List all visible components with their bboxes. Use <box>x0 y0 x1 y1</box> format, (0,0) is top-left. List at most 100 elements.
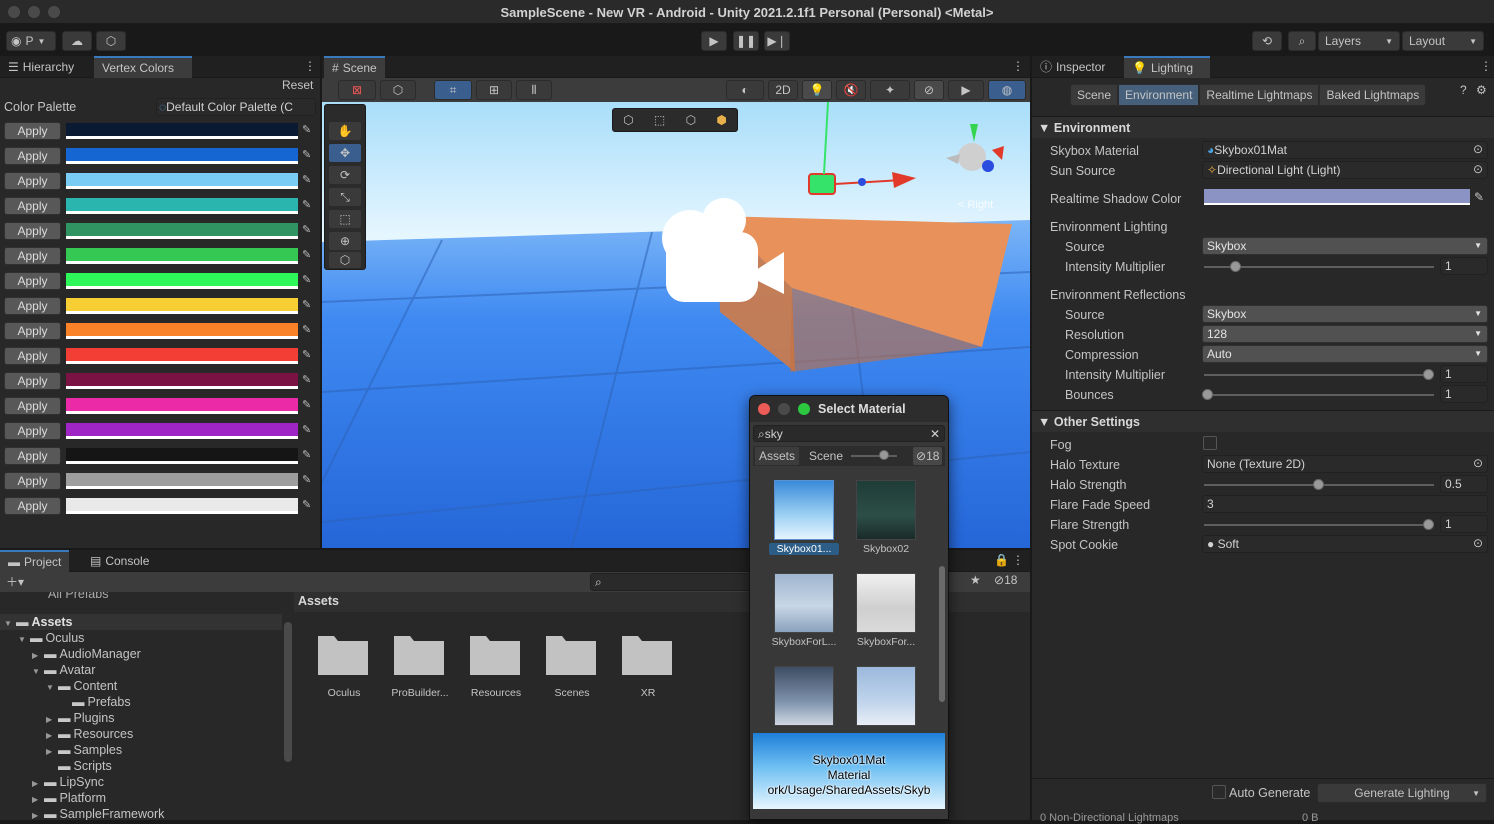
tree-item[interactable]: ▶ ▬ Samples <box>46 742 122 758</box>
move-tool-button[interactable]: ✥ <box>328 143 362 163</box>
hidden-count-toggle[interactable]: ⊘18 <box>913 447 943 465</box>
color-swatch[interactable] <box>66 423 298 439</box>
eyedropper-icon[interactable]: ✎ <box>1474 190 1484 204</box>
cloud-button[interactable]: ☁ <box>62 31 92 51</box>
skybox-material-field[interactable]: ◕Skybox01Mat <box>1202 141 1488 159</box>
apply-color-button[interactable]: Apply <box>4 497 61 515</box>
more-menu-icon[interactable]: ⋮ <box>1012 59 1024 73</box>
color-swatch[interactable] <box>66 298 298 314</box>
tab-scene[interactable]: # Scene <box>324 56 385 78</box>
tab-console[interactable]: ▤ Console <box>82 550 157 572</box>
color-swatch[interactable] <box>66 498 298 514</box>
resolution-dropdown[interactable]: 128 ▼ <box>1202 325 1488 343</box>
tab-hierarchy[interactable]: ☰ Hierarchy <box>0 56 82 78</box>
object-picker-icon[interactable]: ⊙ <box>1473 456 1483 470</box>
camera-dropdown[interactable]: ▶ <box>948 80 984 100</box>
tab-inspector[interactable]: ⓘ Inspector <box>1032 56 1113 78</box>
tree-item[interactable]: ▶ ▬ Plugins <box>46 710 115 726</box>
color-swatch[interactable] <box>66 198 298 214</box>
thumbnail-size-knob[interactable] <box>879 450 889 460</box>
history-button[interactable]: ⟲ <box>1252 31 1282 51</box>
color-swatch[interactable] <box>66 348 298 364</box>
create-button[interactable]: ＋▾ <box>6 573 24 590</box>
asset-folder[interactable]: Resources <box>464 632 528 699</box>
scale-tool-button[interactable]: ⤡ <box>328 187 362 207</box>
eyedropper-icon[interactable]: ✎ <box>302 348 316 362</box>
apply-color-button[interactable]: Apply <box>4 322 61 340</box>
rect-tool-button[interactable]: ⬚ <box>328 209 362 229</box>
material-thumbnail[interactable] <box>769 666 839 726</box>
effects-dropdown[interactable]: ✦ <box>870 80 910 100</box>
color-swatch[interactable] <box>66 473 298 489</box>
more-menu-icon[interactable]: ⋮ <box>1012 553 1024 567</box>
favorite-icon[interactable]: ★ <box>970 573 981 587</box>
intensity-slider-knob[interactable] <box>1230 261 1241 272</box>
subtab-environment[interactable]: Environment <box>1118 84 1200 106</box>
eyedropper-icon[interactable]: ✎ <box>302 173 316 187</box>
flare-strength-field[interactable]: 1 <box>1440 515 1488 533</box>
tree-item[interactable]: ▼ ▬ Content <box>46 678 117 694</box>
tab-assets[interactable]: Assets <box>755 447 800 465</box>
tree-item[interactable]: ▬ Prefabs <box>60 694 131 710</box>
eyedropper-icon[interactable]: ✎ <box>302 373 316 387</box>
help-icon[interactable]: ? <box>1460 83 1467 97</box>
apply-color-button[interactable]: Apply <box>4 472 61 490</box>
eyedropper-icon[interactable]: ✎ <box>302 273 316 287</box>
halo-strength-knob[interactable] <box>1313 479 1324 490</box>
reset-button[interactable]: Reset <box>282 78 313 92</box>
chevron-down-icon[interactable]: ▼ <box>32 664 44 680</box>
layers-dropdown[interactable]: Layers ▼ <box>1318 31 1400 51</box>
color-swatch[interactable] <box>66 373 298 389</box>
chevron-down-icon[interactable]: ▼ <box>4 616 16 632</box>
eyedropper-icon[interactable]: ✎ <box>302 223 316 237</box>
compression-dropdown[interactable]: Auto ▼ <box>1202 345 1488 363</box>
render-mode-dropdown[interactable]: ⬡ <box>380 80 416 100</box>
eyedropper-icon[interactable]: ✎ <box>302 298 316 312</box>
tree-item[interactable]: ▶ ▬ AudioManager <box>32 646 141 662</box>
subtab-baked-lightmaps[interactable]: Baked Lightmaps <box>1319 84 1427 106</box>
tab-project[interactable]: ▬ Project <box>0 550 70 572</box>
color-swatch[interactable] <box>66 148 298 164</box>
fog-checkbox[interactable] <box>1203 436 1217 450</box>
generate-lighting-button[interactable]: Generate Lighting ▼ <box>1317 783 1487 803</box>
apply-color-button[interactable]: Apply <box>4 422 61 440</box>
subtab-realtime-lightmaps[interactable]: Realtime Lightmaps <box>1199 84 1320 106</box>
lock-icon[interactable]: 🔒 <box>994 553 1009 567</box>
project-search-input[interactable]: ⌕ <box>590 573 760 591</box>
tree-scrollbar[interactable] <box>284 622 292 762</box>
object-picker-icon[interactable]: ⊙ <box>1473 162 1483 176</box>
apply-color-button[interactable]: Apply <box>4 197 61 215</box>
eyedropper-icon[interactable]: ✎ <box>302 473 316 487</box>
apply-color-button[interactable]: Apply <box>4 397 61 415</box>
eyedropper-icon[interactable]: ✎ <box>302 198 316 212</box>
search-button[interactable]: ⌕ <box>1288 31 1316 51</box>
color-palette-field[interactable]: ◌Default Color Palette (C <box>156 98 316 116</box>
face-mode-icon[interactable]: ⬢ <box>716 113 726 127</box>
scrollbar-thumb[interactable] <box>939 566 945 702</box>
hidden-packages-toggle[interactable]: ⊘18 <box>994 573 1017 587</box>
tree-item[interactable]: ▶ ▬ Resources <box>46 726 133 742</box>
material-thumbnail[interactable]: SkyboxFor... <box>851 573 921 648</box>
collab-button[interactable]: ⬡ <box>96 31 126 51</box>
edge-mode-icon[interactable]: ⬡ <box>686 113 696 127</box>
material-thumbnail[interactable] <box>851 666 921 726</box>
apply-color-button[interactable]: Apply <box>4 172 61 190</box>
apply-color-button[interactable]: Apply <box>4 272 61 290</box>
apply-color-button[interactable]: Apply <box>4 372 61 390</box>
lighting-toggle[interactable]: 💡 <box>802 80 832 100</box>
chevron-down-icon[interactable]: ▼ <box>46 680 58 696</box>
visibility-toggle[interactable]: ⊘ <box>914 80 944 100</box>
transform-tool-button[interactable]: ⊕ <box>328 231 362 251</box>
halo-texture-field[interactable]: None (Texture 2D) <box>1202 455 1488 473</box>
settings-icon[interactable]: ⚙ <box>1476 83 1487 97</box>
material-scrollbar[interactable] <box>937 468 947 726</box>
color-swatch[interactable] <box>66 248 298 264</box>
grid-snap-dropdown[interactable]: ⌗ <box>434 80 472 100</box>
thumbnail-size-slider[interactable] <box>851 455 897 457</box>
tab-scene-objects[interactable]: Scene <box>805 447 847 465</box>
toggle-2d-button[interactable]: 2D <box>768 80 798 100</box>
material-thumbnail[interactable]: SkyboxForL... <box>769 573 839 648</box>
audio-toggle[interactable]: 🔇 <box>836 80 866 100</box>
bounces-slider[interactable] <box>1204 394 1434 396</box>
tab-lighting[interactable]: 💡 Lighting <box>1124 56 1210 78</box>
